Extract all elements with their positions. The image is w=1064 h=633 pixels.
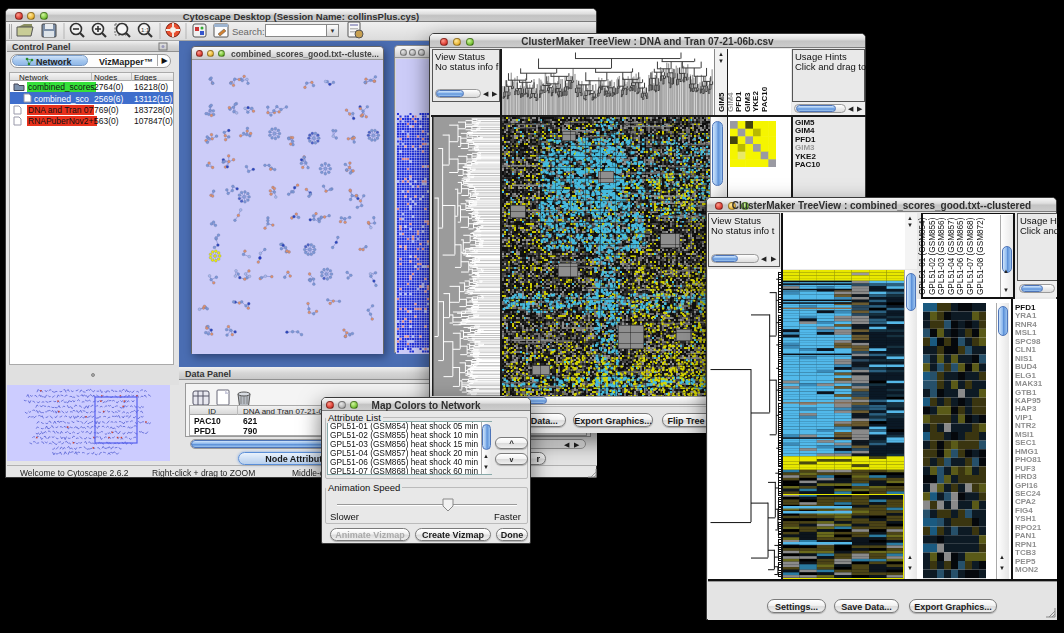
svg-text:1:1: 1:1 (141, 27, 150, 33)
